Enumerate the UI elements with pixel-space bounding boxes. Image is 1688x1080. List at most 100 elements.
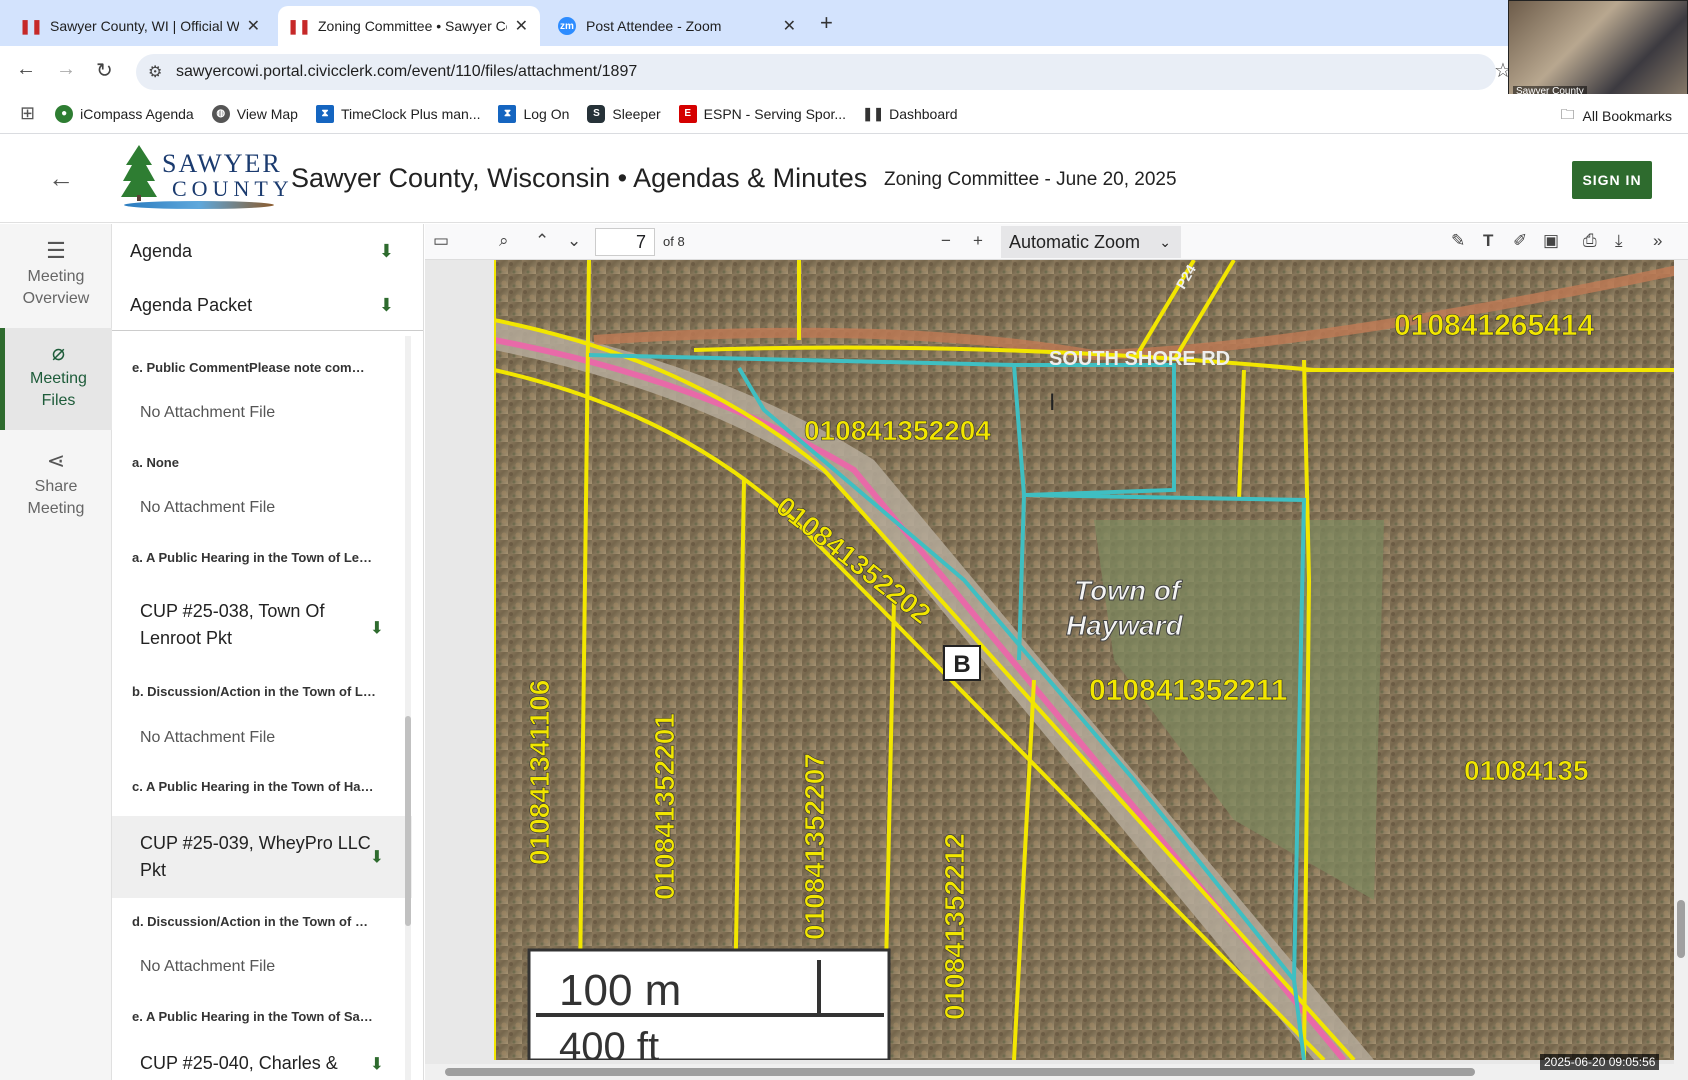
scrollbar-thumb[interactable] (1677, 900, 1685, 958)
download-icon[interactable]: ⬇ (370, 1050, 384, 1077)
agenda-item[interactable]: Agenda ⬇ (112, 224, 423, 278)
next-page-icon[interactable]: ⌄ (567, 231, 581, 251)
heading-text: c. A Public Hearing in the Town of Haywa… (132, 779, 399, 794)
highlight-icon[interactable]: ✎ (1451, 231, 1465, 251)
zoom-select[interactable]: Automatic Zoom ⌄ (1001, 226, 1181, 258)
zoom-video-thumbnail[interactable]: Sawyer County (1508, 0, 1688, 100)
nav-label: Overview (22, 290, 90, 307)
parcel-label: 010841352204 (804, 415, 991, 446)
nav-label: Share (34, 478, 78, 495)
download-icon[interactable]: ⬇ (370, 615, 384, 642)
apps-grid-icon[interactable]: ⊞ (20, 103, 35, 124)
nav-meeting-files[interactable]: ⌀ Meeting Files (0, 328, 112, 430)
download-icon[interactable]: ⬇ (370, 844, 384, 871)
marker-b: B (943, 645, 981, 681)
bookmark-view-map[interactable]: ◍ View Map (211, 104, 298, 123)
close-icon[interactable]: ✕ (515, 16, 528, 36)
files-scrollbar[interactable] (405, 336, 411, 1080)
page-number-input[interactable]: 7 (595, 228, 655, 256)
heading-text: a. None (132, 455, 179, 470)
meeting-title: Zoning Committee - June 20, 2025 (884, 169, 1177, 190)
save-icon[interactable]: ⤓ (1615, 231, 1623, 251)
draw-icon[interactable]: ✐ (1513, 231, 1527, 251)
more-tools-icon[interactable]: » (1653, 231, 1662, 251)
no-attachment-text: No Attachment File (140, 404, 276, 421)
nav-meeting-overview[interactable]: ☰ Meeting Overview (0, 240, 112, 312)
heading-text: e. Public CommentPlease note comments... (132, 360, 401, 375)
sawyer-county-logo[interactable]: SAWYER COUNTY (120, 143, 289, 213)
print-icon[interactable]: ⎙ (1583, 231, 1597, 251)
new-tab-icon[interactable]: + (820, 10, 833, 36)
tab-title: Post Attendee - Zoom (586, 18, 722, 34)
no-attachment: No Attachment File (112, 958, 412, 976)
back-arrow-icon[interactable]: ← (48, 163, 74, 194)
download-icon[interactable]: ⬇ (379, 295, 394, 316)
left-nav: ☰ Meeting Overview ⌀ Meeting Files ⋖ Sha… (0, 224, 112, 1080)
previous-page-icon[interactable]: ⌃ (535, 231, 549, 251)
zoom-out-icon[interactable]: − (941, 231, 951, 251)
pdf-vertical-scrollbar[interactable] (1674, 260, 1688, 1064)
agenda-section-heading: e. Public CommentPlease note comments... (112, 360, 412, 375)
close-icon[interactable]: ✕ (247, 16, 260, 36)
no-attachment-text: No Attachment File (140, 499, 276, 516)
bookmark-espn[interactable]: E ESPN - Serving Spor... (678, 104, 846, 123)
attachment-cup-25-040[interactable]: CUP #25-040, Charles & ⬇ (112, 1050, 412, 1077)
sign-in-button[interactable]: SIGN IN (1572, 161, 1652, 199)
all-bookmarks[interactable]: 🗀 All Bookmarks (1561, 104, 1672, 128)
agenda-section-heading: e. A Public Hearing in the Town of Sand … (112, 1009, 412, 1024)
tab-title: Zoning Committee • Sawyer Co (318, 18, 507, 34)
parcel-label: 010841352212 (939, 833, 970, 1020)
back-icon[interactable]: ← (16, 58, 36, 81)
search-icon[interactable]: ⌕ (499, 231, 509, 251)
nav-label: Meeting (27, 500, 85, 517)
image-icon[interactable]: ▣ (1543, 231, 1559, 251)
civicclerk-icon: ❚❚ (287, 17, 311, 34)
heading-text: b. Discussion/Action in the Town of Lenr… (132, 684, 404, 699)
site-title: Sawyer County, Wisconsin • Agendas & Min… (291, 163, 868, 193)
nav-label: Meeting (27, 268, 85, 285)
list-icon: ☰ (46, 238, 66, 263)
tab-title: Sawyer County, WI | Official We (50, 18, 239, 34)
url-text: sawyercowi.portal.civicclerk.com/event/1… (176, 63, 638, 80)
parcel-label: 010841352207 (799, 753, 830, 940)
tab-sawyer-county[interactable]: ❚❚ Sawyer County, WI | Official We ✕ (10, 6, 272, 46)
bookmark-icompass[interactable]: ● iCompass Agenda (55, 104, 194, 123)
town-label: Hayward (1066, 610, 1184, 641)
attachment-cup-25-039[interactable]: CUP #25-039, WheyPro LLC Pkt ⬇ (112, 816, 412, 898)
agenda-packet-item[interactable]: Agenda Packet ⬇ (112, 278, 423, 332)
zoom-in-icon[interactable]: + (973, 231, 983, 251)
scrollbar-thumb[interactable] (445, 1068, 1475, 1076)
scrollbar-thumb[interactable] (405, 716, 411, 926)
site-info-icon[interactable]: ⚙ (148, 62, 162, 82)
attachment-cup-25-038[interactable]: CUP #25-038, Town Of Lenroot Pkt ⬇ (112, 598, 412, 658)
civicclerk-icon: ❚❚ (19, 17, 43, 34)
bookmark-timeclock[interactable]: ⧗ TimeClock Plus man... (315, 104, 480, 123)
bookmark-log-on[interactable]: ⧗ Log On (498, 104, 569, 123)
bookmark-dashboard[interactable]: ❚❚ Dashboard (862, 105, 957, 123)
bookmark-label: Sleeper (612, 105, 661, 122)
bookmark-sleeper[interactable]: S Sleeper (587, 104, 661, 123)
download-icon[interactable]: ⬇ (379, 241, 394, 262)
logo-text-1: SAWYER (162, 149, 282, 178)
nav-share-meeting[interactable]: ⋖ Share Meeting (0, 450, 112, 522)
tab-zoning-committee[interactable]: ❚❚ Zoning Committee • Sawyer Co ✕ (278, 6, 540, 46)
forward-icon[interactable]: → (56, 58, 76, 81)
attachment-label: CUP #25-040, Charles & (140, 1053, 338, 1073)
sidebar-toggle-icon[interactable]: ▭ (433, 231, 449, 251)
meeting-files-panel: Agenda ⬇ Agenda Packet ⬇ e. Public Comme… (112, 224, 424, 1080)
aerial-parcel-map: SOUTH SHORE RD P24 010841265414 01084135… (494, 260, 1678, 1060)
paperclip-icon: ⌀ (51, 340, 66, 365)
nav-label: Meeting (30, 370, 87, 387)
agenda-packet-label: Agenda Packet (130, 294, 253, 315)
close-icon[interactable]: ✕ (783, 16, 796, 36)
text-tool-icon[interactable]: T (1483, 231, 1493, 251)
reload-icon[interactable]: ↻ (96, 58, 113, 83)
tab-zoom[interactable]: zm Post Attendee - Zoom ✕ (546, 6, 808, 46)
agenda-label: Agenda (130, 240, 193, 261)
address-bar[interactable]: ⚙ sawyercowi.portal.civicclerk.com/event… (136, 54, 1496, 90)
icompass-icon: ● (55, 104, 74, 123)
pdf-viewer[interactable]: SOUTH SHORE RD P24 010841265414 01084135… (425, 260, 1688, 1080)
pdf-horizontal-scrollbar[interactable] (425, 1064, 1688, 1080)
agenda-section-heading: a. None (112, 455, 412, 470)
bookmark-label: View Map (236, 105, 298, 122)
